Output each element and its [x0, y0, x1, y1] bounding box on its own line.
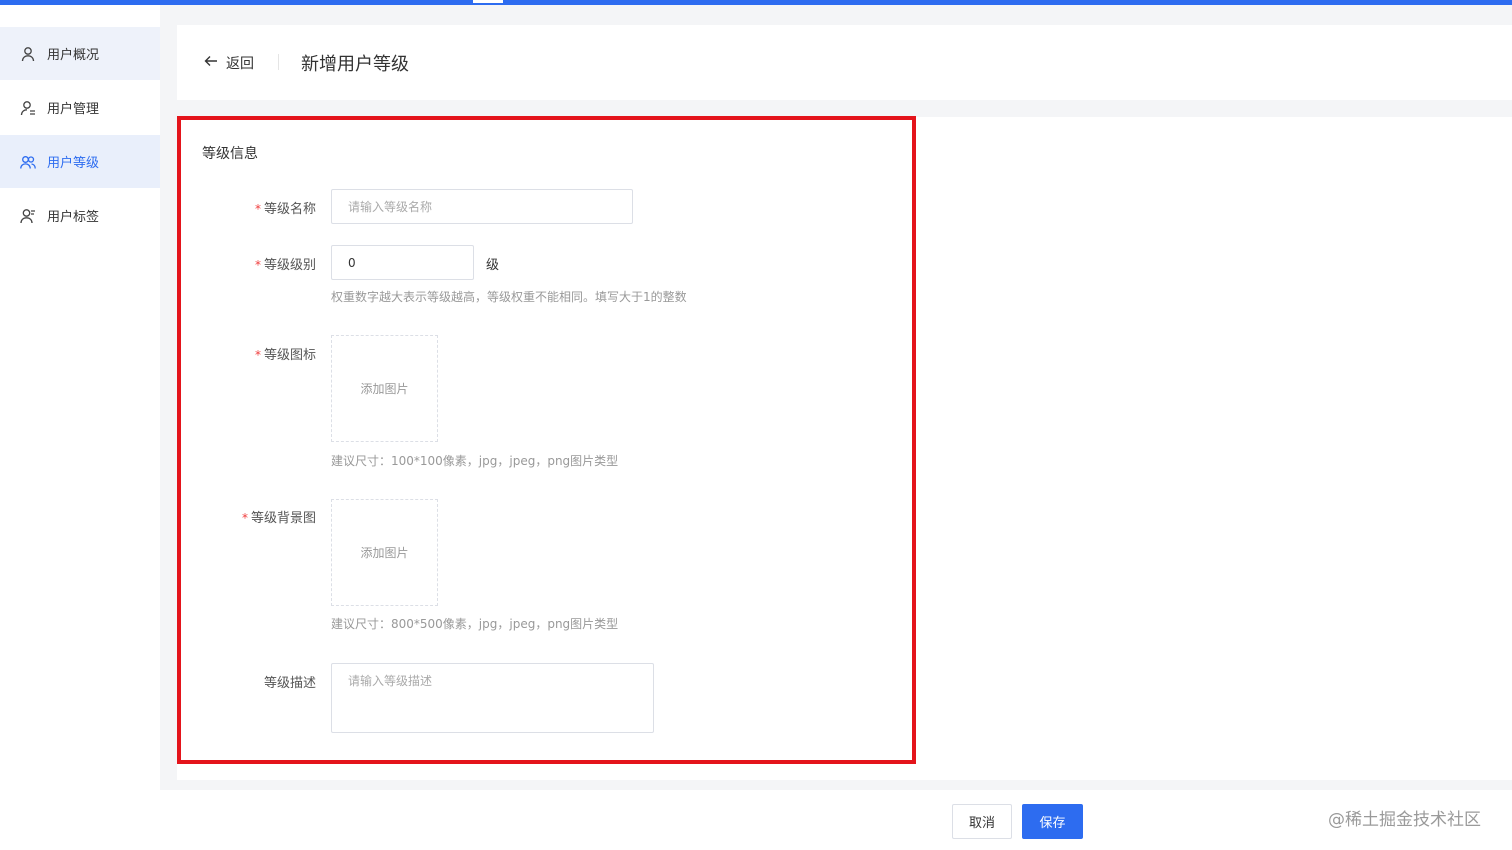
required-mark: *	[241, 511, 248, 525]
section-title: 等级信息	[202, 146, 258, 162]
sidebar: 用户概况 用户管理 用户等级 用户标签	[0, 5, 160, 850]
upload-label: 添加图片	[360, 382, 409, 396]
level-rank-hint: 权重数字越大表示等级越高，等级权重不能相同。填写大于1的整数	[331, 290, 687, 304]
required-mark: *	[254, 258, 261, 272]
sidebar-item-label: 用户等级	[47, 156, 100, 171]
required-mark: *	[254, 348, 261, 362]
level-rank-input[interactable]	[331, 245, 474, 280]
back-button[interactable]: 返回	[203, 25, 254, 100]
sidebar-item-user-overview[interactable]: 用户概况	[0, 27, 160, 80]
level-name-label: * 等级名称	[254, 202, 316, 217]
user-tag-icon	[20, 208, 36, 224]
level-icon-hint: 建议尺寸：100*100像素，jpg，jpeg，png图片类型	[331, 454, 619, 468]
level-icon-label: * 等级图标	[254, 348, 316, 363]
page-header: 返回 新增用户等级	[177, 25, 1512, 100]
sidebar-item-user-level[interactable]: 用户等级	[0, 135, 160, 188]
level-background-upload[interactable]: 添加图片	[331, 499, 438, 606]
user-group-icon	[20, 154, 36, 170]
save-button[interactable]: 保存	[1022, 804, 1083, 839]
level-name-input[interactable]	[331, 189, 633, 224]
arrow-left-icon	[203, 53, 226, 73]
upload-label: 添加图片	[360, 546, 409, 560]
top-bar-notch	[473, 0, 503, 3]
level-description-label: 等级描述	[263, 676, 316, 691]
level-rank-unit: 级	[486, 258, 500, 273]
user-list-icon	[20, 100, 36, 116]
back-label: 返回	[226, 55, 254, 72]
watermark: @稀土掘金技术社区	[1328, 810, 1481, 830]
page-title: 新增用户等级	[301, 53, 409, 75]
level-icon-upload[interactable]: 添加图片	[331, 335, 438, 442]
sidebar-item-label: 用户管理	[47, 102, 100, 117]
user-icon	[20, 46, 36, 62]
required-mark: *	[254, 202, 261, 216]
level-background-label: * 等级背景图	[241, 511, 316, 526]
level-background-hint: 建议尺寸：800*500像素，jpg，jpeg，png图片类型	[331, 617, 619, 631]
sidebar-item-user-management[interactable]: 用户管理	[0, 81, 160, 134]
level-rank-label: * 等级级别	[254, 258, 316, 273]
level-description-textarea[interactable]	[331, 663, 654, 733]
sidebar-item-user-tags[interactable]: 用户标签	[0, 189, 160, 242]
sidebar-item-label: 用户概况	[47, 48, 100, 63]
sidebar-item-label: 用户标签	[47, 210, 100, 225]
header-divider	[278, 54, 279, 70]
cancel-button[interactable]: 取消	[952, 804, 1012, 839]
